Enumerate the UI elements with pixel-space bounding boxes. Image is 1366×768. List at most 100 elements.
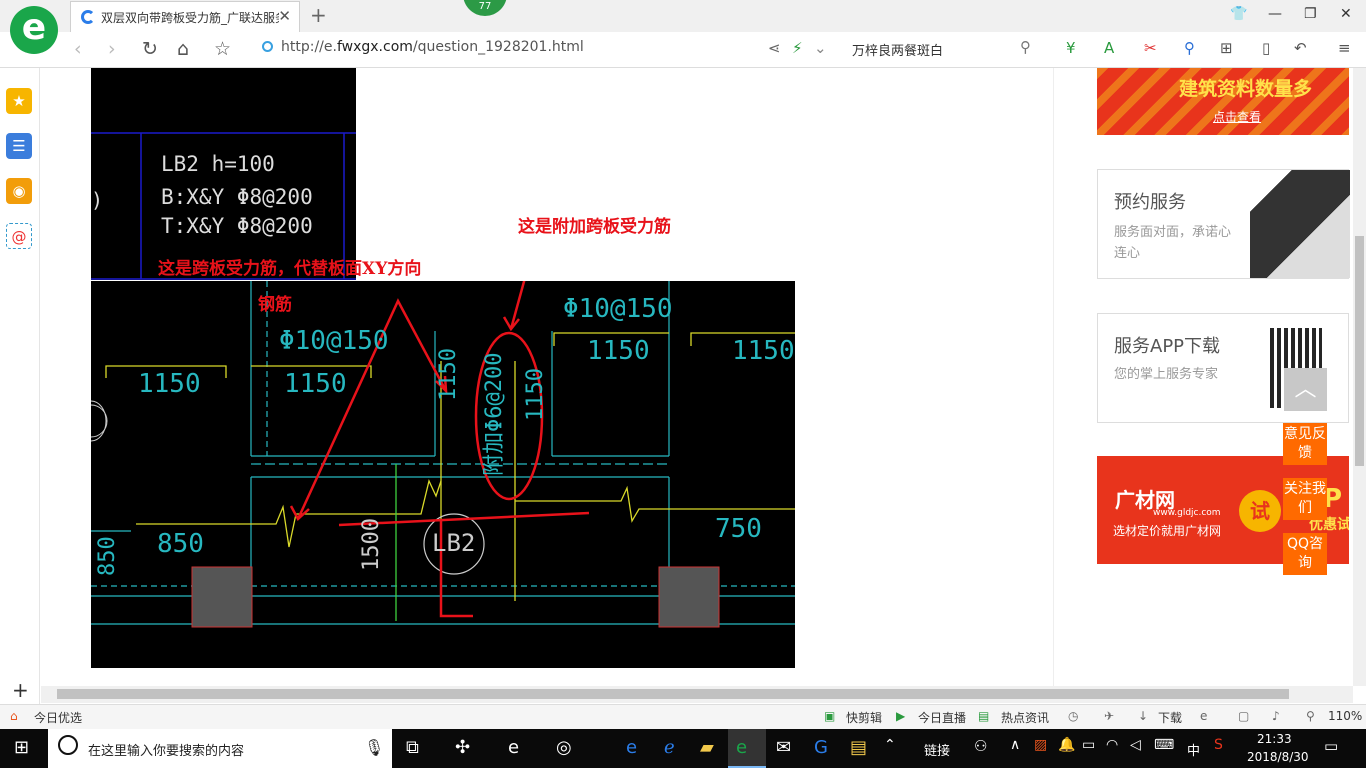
tab-close-icon[interactable]: ✕ (278, 7, 291, 25)
status-live[interactable]: 今日直播 (918, 709, 966, 726)
apps-icon[interactable]: ⊞ (1220, 39, 1233, 57)
url-path: /question_1928201.html (412, 39, 584, 55)
url-host: http://e. (281, 39, 337, 55)
sogou-icon[interactable]: S (1214, 737, 1223, 753)
search-icon[interactable]: ⚲ (1020, 38, 1031, 56)
battery-icon[interactable]: ▭ (1082, 737, 1095, 753)
back-button[interactable]: ‹ (74, 38, 82, 60)
scroll-up-icon[interactable]: ⌃ (884, 737, 896, 753)
banner-top-link[interactable]: 点击查看 (1213, 108, 1261, 125)
taskbar-search-placeholder: 在这里输入你要搜索的内容 (88, 744, 245, 759)
search-input[interactable]: 万梓良两餐斑白 (852, 40, 1042, 59)
minimize-button[interactable]: — (1268, 6, 1282, 22)
horizontal-scrollbar[interactable] (41, 686, 1353, 703)
status-kuaijianji[interactable]: 快剪辑 (846, 709, 882, 726)
feedback-button[interactable]: 意见反馈 (1283, 423, 1327, 465)
news-icon: ▤ (978, 709, 990, 723)
tray-app-icon[interactable]: ▨ (1034, 737, 1047, 753)
action-center-icon[interactable]: ▭ (1324, 737, 1338, 755)
edge-icon[interactable]: e (508, 737, 519, 758)
windows-start-icon[interactable]: ⊞ (14, 737, 29, 758)
annotation-left-line2: 钢筋 (258, 295, 292, 315)
task-view-icon[interactable]: ⧉ (406, 737, 419, 758)
browser-logo-icon[interactable]: e (10, 6, 58, 54)
sidebar-add-button[interactable]: + (12, 678, 29, 702)
handshake-image (1250, 170, 1350, 278)
spiral-app-icon[interactable]: ◎ (556, 737, 572, 758)
qq-button[interactable]: QQ咨询 (1283, 533, 1327, 575)
download-icon: ↓ (1138, 709, 1149, 723)
refresh-button[interactable]: ↻ (142, 38, 158, 60)
ie-taskbar-icon[interactable]: ℯ (664, 737, 675, 758)
history-icon[interactable]: ◷ (1068, 709, 1078, 723)
card-reservation[interactable]: 预约服务 服务面对面，承诺心连心 (1097, 169, 1350, 279)
mail-icon[interactable]: @ (6, 223, 32, 249)
forward-button[interactable]: › (108, 38, 116, 60)
back-to-top-button[interactable]: ︿ (1284, 368, 1327, 411)
window-icon[interactable]: ▢ (1238, 709, 1249, 723)
share-icon[interactable]: ⋖ (768, 39, 781, 57)
home-button[interactable]: ⌂ (177, 38, 189, 60)
banner-top[interactable]: 建筑资料数量多 点击查看 (1097, 68, 1349, 135)
chevron-down-icon[interactable]: ⌄ (814, 39, 827, 57)
card-reservation-title: 预约服务 (1114, 192, 1186, 213)
g-app-icon[interactable]: G (814, 737, 828, 758)
microphone-icon[interactable]: 🎙 (364, 738, 384, 757)
vertical-scroll-thumb[interactable] (1355, 236, 1364, 466)
follow-button[interactable]: 关注我们 (1283, 478, 1327, 520)
device-icon[interactable]: ▯ (1262, 39, 1270, 57)
status-news[interactable]: 热点资讯 (1001, 709, 1049, 726)
status-zoom[interactable]: 110% (1328, 709, 1362, 723)
status-download[interactable]: 下载 (1158, 709, 1182, 726)
edge-blue-icon[interactable]: e (626, 737, 637, 758)
people-icon[interactable]: ⚇ (974, 737, 987, 755)
cad-rebar-right: Φ10@150 (563, 294, 673, 324)
shield-yen-icon[interactable]: ¥ (1066, 39, 1076, 57)
clock-date[interactable]: 2018/8/30 (1247, 750, 1309, 764)
scissors-icon[interactable]: ✂ (1144, 39, 1157, 57)
left-sidebar (0, 68, 40, 704)
new-tab-button[interactable]: + (310, 3, 327, 27)
vertical-scrollbar[interactable] (1353, 68, 1366, 686)
translate-icon[interactable]: A (1104, 39, 1114, 57)
undo-icon[interactable]: ↶ (1294, 39, 1307, 57)
tab-title: 双层双向带跨板受力筋_广联达服务 (101, 11, 279, 25)
url-field[interactable]: http://e.fwxgx.com/question_1928201.html (262, 39, 762, 61)
mail-task-icon[interactable]: ✉ (776, 737, 791, 758)
weibo-icon[interactable]: ◉ (6, 178, 32, 204)
taskbar-links[interactable]: 链接 (924, 740, 950, 759)
fan-app-icon[interactable]: ✣ (455, 737, 470, 758)
volume-icon[interactable]: ♪ (1272, 709, 1280, 723)
lightning-icon[interactable]: ⚡ (792, 39, 803, 57)
speaker-muted-icon[interactable]: ◁ (1130, 737, 1141, 753)
notes-icon[interactable]: ▤ (850, 737, 867, 758)
pin-icon[interactable]: ✈ (1104, 709, 1114, 723)
taskbar-search-box[interactable]: 在这里输入你要搜索的内容 🎙 (48, 729, 392, 768)
card-app-title: 服务APP下载 (1114, 336, 1221, 357)
cad-dim-1: 1150 (138, 369, 201, 399)
favorite-star-button[interactable]: ☆ (214, 38, 231, 60)
horizontal-scroll-thumb[interactable] (57, 689, 1289, 699)
feed-icon[interactable]: ☰ (6, 133, 32, 159)
cad-dim-10: 1500 (359, 518, 384, 571)
notification-bell-icon[interactable]: 🔔 (1058, 737, 1075, 753)
file-explorer-icon[interactable]: ▰ (700, 737, 714, 758)
cad-dim-6: 1150 (523, 368, 548, 421)
ie-icon[interactable]: e (1200, 709, 1207, 723)
maximize-button[interactable]: ❐ (1304, 6, 1317, 22)
shirt-icon[interactable]: 👕 (1230, 6, 1247, 22)
magnifier-icon[interactable]: ⚲ (1184, 39, 1195, 57)
clock-time[interactable]: 21:33 (1257, 732, 1292, 746)
wifi-icon[interactable]: ◠ (1106, 737, 1118, 753)
browser-task-active[interactable]: e (728, 729, 766, 768)
ime-indicator[interactable]: 中 (1187, 740, 1200, 759)
cad-rebar-left: Φ10@150 (279, 326, 389, 356)
browser-tab[interactable]: 双层双向带跨板受力筋_广联达服务 ✕ (70, 1, 300, 32)
status-today-picks[interactable]: 今日优选 (34, 709, 82, 726)
menu-icon[interactable]: ≡ (1338, 39, 1351, 57)
star-icon[interactable]: ★ (6, 88, 32, 114)
banner-top-title: 建筑资料数量多 (1179, 78, 1313, 100)
show-hidden-icon[interactable]: ∧ (1010, 737, 1020, 753)
close-window-button[interactable]: ✕ (1340, 6, 1352, 22)
keyboard-icon[interactable]: ⌨ (1154, 737, 1174, 753)
